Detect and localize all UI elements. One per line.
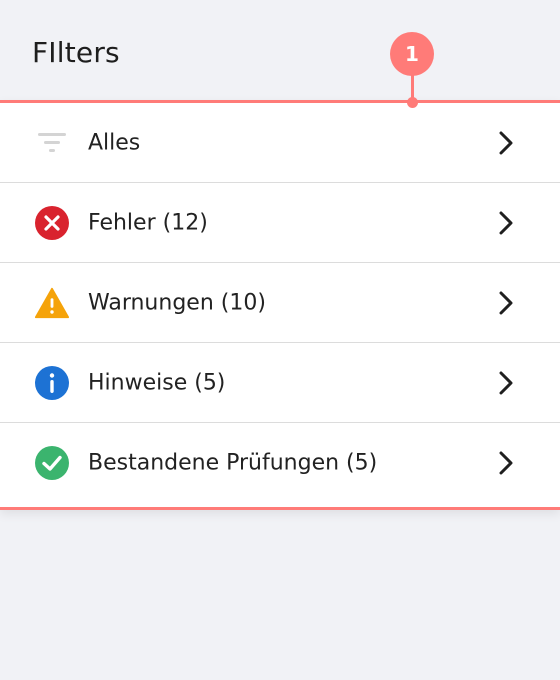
filter-icon — [34, 125, 70, 161]
success-icon — [34, 445, 70, 481]
filters-page: FIlters 1 Alles Fehler (12) Warnungen (1… — [0, 0, 560, 680]
filter-item-passed[interactable]: Bestandene Prüfungen (5) — [0, 423, 560, 503]
chevron-right-icon — [496, 450, 516, 476]
filter-item-hints[interactable]: Hinweise (5) — [0, 343, 560, 423]
warning-icon — [34, 285, 70, 321]
annotation-badge: 1 — [390, 32, 434, 76]
error-icon — [34, 205, 70, 241]
filter-item-label: Alles — [88, 130, 141, 155]
filter-item-label: Fehler (12) — [88, 210, 208, 235]
filter-item-label: Bestandene Prüfungen (5) — [88, 450, 378, 476]
annotation-connector-dot — [407, 97, 418, 108]
filter-item-label: Hinweise (5) — [88, 370, 226, 395]
info-icon — [34, 365, 70, 401]
filter-list: Alles Fehler (12) Warnungen (10) Hinweis… — [0, 100, 560, 510]
chevron-right-icon — [496, 290, 516, 316]
filter-item-label: Warnungen (10) — [88, 290, 266, 315]
chevron-right-icon — [496, 370, 516, 396]
filter-item-warnings[interactable]: Warnungen (10) — [0, 263, 560, 343]
filter-item-errors[interactable]: Fehler (12) — [0, 183, 560, 263]
chevron-right-icon — [496, 210, 516, 236]
filter-item-all[interactable]: Alles — [0, 103, 560, 183]
chevron-right-icon — [496, 130, 516, 156]
page-title: FIlters — [32, 36, 120, 69]
